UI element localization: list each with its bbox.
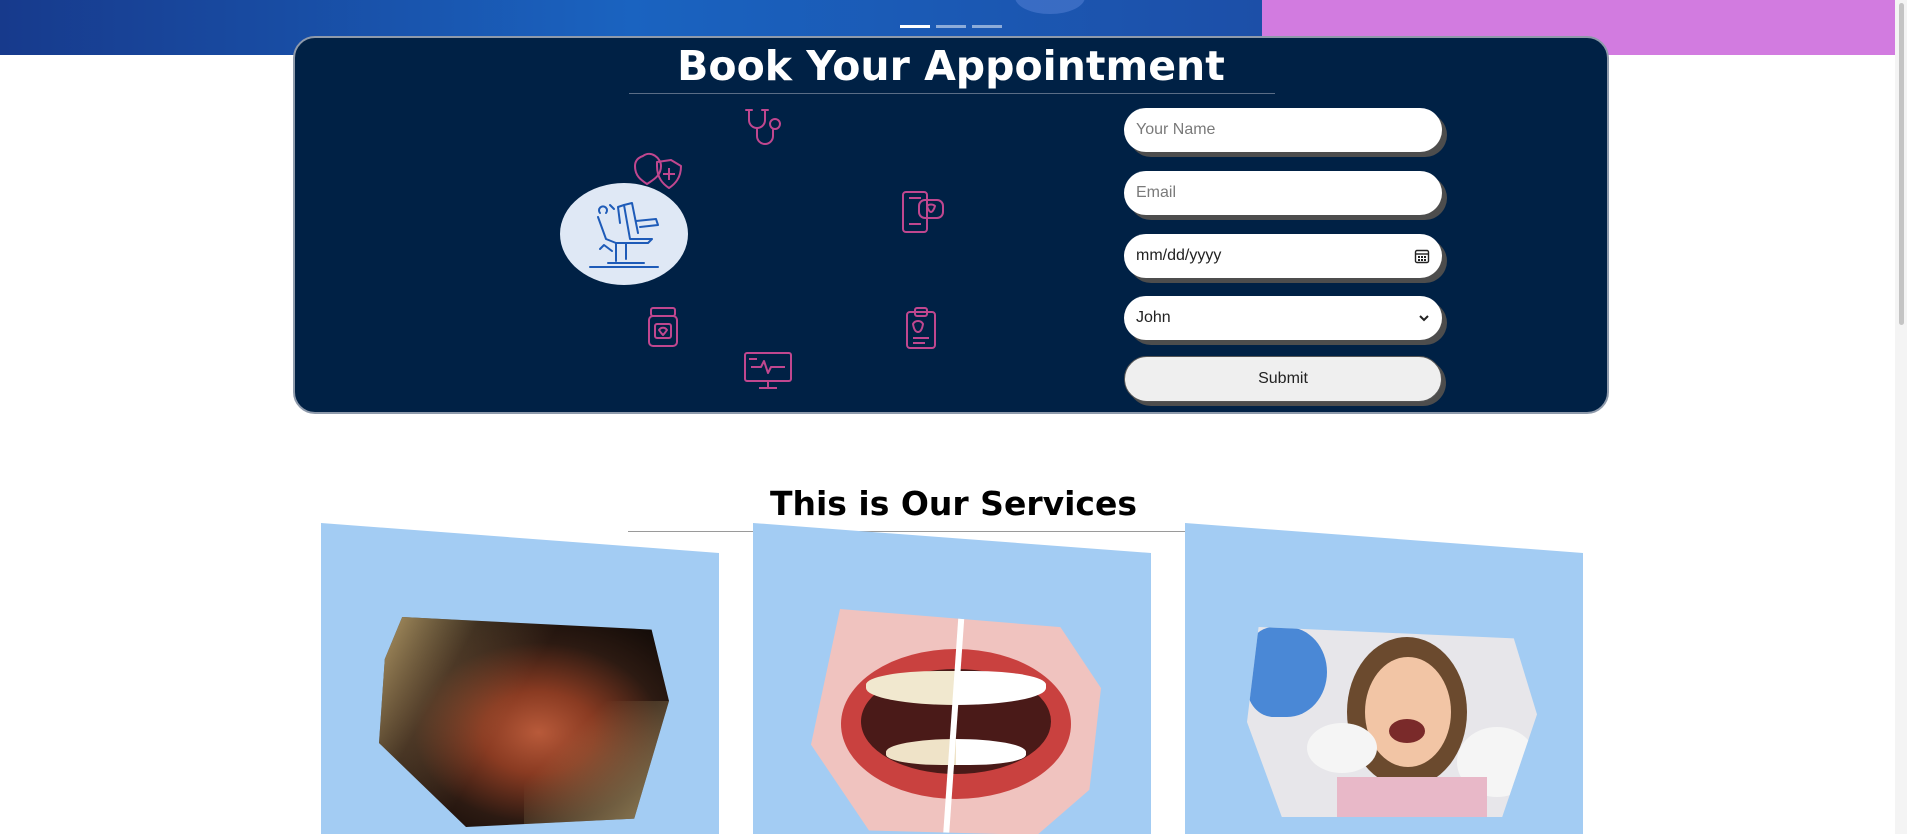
appointment-section: Book Your Appointment Your Name Email mm… <box>293 36 1609 414</box>
carousel-dot-3[interactable] <box>972 25 1002 28</box>
service-card-1[interactable] <box>321 523 719 834</box>
appointment-title: Book Your Appointment <box>677 42 1225 90</box>
child-dental-checkup-photo <box>1247 627 1537 817</box>
doctor-selected-value: John <box>1136 309 1171 326</box>
face <box>1365 657 1451 767</box>
title-divider <box>629 93 1275 94</box>
open-mouth <box>1389 719 1425 743</box>
name-input[interactable]: Your Name <box>1124 108 1442 152</box>
scrollbar-thumb[interactable] <box>1899 3 1904 325</box>
page-scrollbar[interactable] <box>1895 0 1907 834</box>
mobile-chat-icon <box>902 191 944 233</box>
page: Book Your Appointment Your Name Email mm… <box>0 0 1907 834</box>
carousel-dot-1[interactable] <box>900 25 930 28</box>
service-card-3[interactable] <box>1185 523 1583 834</box>
services-title: This is Our Services <box>769 484 1138 523</box>
monitor-pulse-icon <box>744 352 792 389</box>
carousel-indicators <box>900 25 1002 28</box>
date-input[interactable]: mm/dd/yyyy <box>1124 234 1442 278</box>
stethoscope-icon <box>745 109 781 145</box>
submit-button[interactable]: Submit <box>1124 356 1442 402</box>
blue-glove-top <box>1247 627 1327 717</box>
white-glove <box>1307 723 1377 773</box>
email-input[interactable]: Email <box>1124 171 1442 215</box>
shield-heart-icon <box>634 152 682 189</box>
chevron-down-icon <box>1419 315 1429 322</box>
bib <box>1337 777 1487 817</box>
lower-teeth <box>886 739 1026 765</box>
date-placeholder: mm/dd/yyyy <box>1136 247 1222 264</box>
name-placeholder: Your Name <box>1136 121 1216 138</box>
services-illustration <box>465 106 944 389</box>
teeth-whitening-photo <box>811 609 1101 834</box>
email-placeholder: Email <box>1136 184 1177 201</box>
doctor-select[interactable]: John <box>1124 296 1442 340</box>
medicine-jar-icon <box>648 307 678 347</box>
clipboard-icon <box>906 307 936 349</box>
carousel-dot-2[interactable] <box>936 25 966 28</box>
service-card-2[interactable] <box>753 523 1151 834</box>
calendar-icon[interactable] <box>1414 248 1430 264</box>
